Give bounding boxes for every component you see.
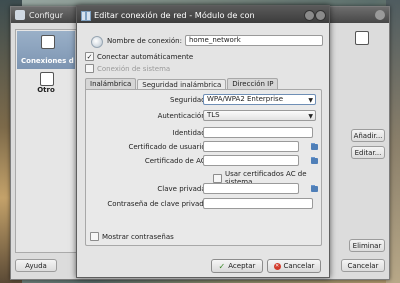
user-cert-label: Certificado de usuario: bbox=[128, 143, 208, 151]
auth-label: Autenticación: bbox=[157, 112, 208, 120]
private-key-pass-label: Contraseña de clave privada bbox=[107, 200, 208, 208]
connection-name-input[interactable]: home_network bbox=[185, 35, 323, 46]
sidebar-item-label: Conexiones d bbox=[21, 57, 74, 65]
show-passwords-checkbox[interactable]: Mostrar contraseñas bbox=[90, 232, 174, 241]
user-cert-input[interactable] bbox=[203, 141, 299, 152]
auth-value: TLS bbox=[207, 111, 220, 119]
background-title: Configur bbox=[29, 10, 64, 20]
close-icon[interactable] bbox=[375, 10, 385, 20]
dialog-titlebar: Editar conexión de red - Módulo de con bbox=[77, 6, 329, 23]
auth-select[interactable]: TLS ▼ bbox=[203, 110, 316, 121]
dialog-title: Editar conexión de red - Módulo de con bbox=[94, 9, 255, 20]
network-icon bbox=[40, 72, 54, 86]
checkbox-check-icon: ✓ bbox=[85, 52, 94, 61]
checkbox-icon bbox=[90, 232, 99, 241]
security-value: WPA/WPA2 Enterprise bbox=[207, 95, 284, 103]
network-manager-icon bbox=[81, 10, 91, 21]
app-icon bbox=[15, 10, 25, 20]
background-sidebar: Conexiones d Otro bbox=[15, 29, 77, 253]
accept-label: Aceptar bbox=[228, 262, 256, 270]
checkbox-icon bbox=[213, 173, 222, 183]
auto-connect-label: Conectar automáticamente bbox=[97, 52, 194, 61]
chevron-down-icon: ▼ bbox=[308, 113, 313, 120]
security-panel: Seguridad: WPA/WPA2 Enterprise ▼ Autenti… bbox=[85, 89, 322, 246]
sidebar-item-connections[interactable]: Conexiones d bbox=[17, 31, 75, 69]
folder-icon[interactable] bbox=[310, 184, 319, 193]
private-key-input[interactable] bbox=[203, 183, 299, 194]
tab-ip-address[interactable]: Dirección IP bbox=[227, 78, 279, 89]
security-select[interactable]: WPA/WPA2 Enterprise ▼ bbox=[203, 94, 316, 105]
private-key-label: Clave privada: bbox=[157, 185, 208, 193]
minimize-icon[interactable] bbox=[304, 10, 315, 21]
ca-cert-input[interactable] bbox=[203, 155, 299, 166]
cancel-button[interactable]: ✕ Cancelar bbox=[267, 259, 321, 273]
help-button[interactable]: Ayuda bbox=[15, 259, 57, 272]
system-connection-label: Conexión de sistema bbox=[97, 64, 171, 73]
connection-icon bbox=[91, 36, 103, 48]
close-icon[interactable] bbox=[315, 10, 326, 21]
cancel-icon: ✕ bbox=[273, 262, 281, 270]
identity-input[interactable] bbox=[203, 127, 313, 138]
background-cancel-label: Cancelar bbox=[347, 261, 379, 270]
background-cancel-button[interactable]: Cancelar bbox=[341, 259, 385, 272]
show-passwords-label: Mostrar contraseñas bbox=[102, 232, 174, 241]
cancel-label: Cancelar bbox=[283, 262, 315, 270]
delete-button[interactable]: Eliminar bbox=[349, 239, 385, 252]
checkbox-icon bbox=[85, 64, 94, 73]
folder-icon[interactable] bbox=[310, 156, 319, 165]
tab-bar: Inalámbrica Seguridad inalámbrica Direcc… bbox=[85, 78, 279, 90]
connection-name-label: Nombre de conexión: bbox=[107, 37, 182, 45]
system-connection-checkbox[interactable]: Conexión de sistema bbox=[85, 64, 170, 73]
check-icon: ✓ bbox=[218, 261, 226, 271]
help-label: Ayuda bbox=[25, 261, 47, 270]
folder-icon[interactable] bbox=[310, 142, 319, 151]
network-icon bbox=[355, 31, 369, 45]
private-key-pass-input[interactable] bbox=[203, 198, 313, 209]
add-button[interactable]: Añadir... bbox=[351, 129, 385, 142]
auto-connect-checkbox[interactable]: ✓ Conectar automáticamente bbox=[85, 52, 193, 61]
edit-connection-dialog: Editar conexión de red - Módulo de con N… bbox=[76, 5, 330, 278]
accept-button[interactable]: ✓ Aceptar bbox=[211, 259, 263, 273]
network-icon bbox=[41, 35, 55, 49]
tab-wireless[interactable]: Inalámbrica bbox=[85, 78, 137, 89]
sidebar-item-label: Otro bbox=[37, 86, 55, 94]
chevron-down-icon: ▼ bbox=[308, 97, 313, 104]
sidebar-item-other[interactable]: Otro bbox=[16, 72, 76, 96]
edit-button[interactable]: Editar... bbox=[351, 146, 385, 159]
ca-cert-label: Certificado de AC: bbox=[144, 157, 208, 165]
